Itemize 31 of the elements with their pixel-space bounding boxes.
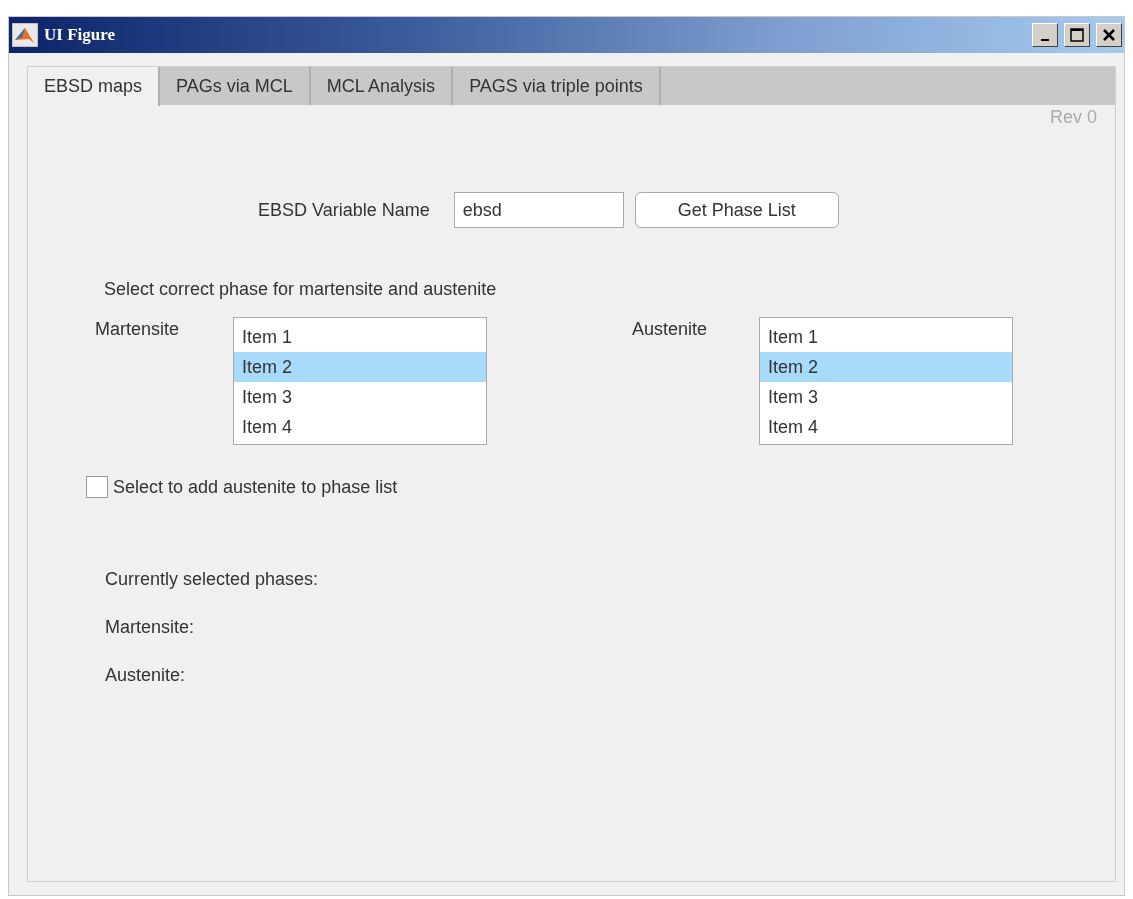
checkbox[interactable] [86, 476, 108, 498]
checkbox-label: Select to add austenite to phase list [113, 476, 398, 498]
variable-name-field[interactable]: ebsd [453, 192, 624, 228]
instruction-text: Select correct phase for martensite and austenite [104, 279, 498, 300]
section-heading: Currently selected phases: [105, 569, 320, 590]
list-item[interactable]: Item 1 [760, 322, 1012, 352]
list-item[interactable]: Item 3 [760, 382, 1012, 412]
app-logo-icon [12, 23, 38, 47]
revision-label: Rev 0 [1049, 107, 1097, 128]
list-item[interactable]: Item 2 [234, 352, 486, 382]
list-label: Martensite [95, 319, 181, 340]
phase-listbox[interactable]: Item 1 Item 2 Item 3 Item 4 [759, 317, 1013, 445]
field-label: EBSD Variable Name [258, 199, 430, 221]
phase-label: Austenite: [105, 665, 187, 686]
phase-label: Martensite: [105, 617, 196, 638]
tab[interactable]: EBSD maps [28, 67, 161, 106]
phase-listbox[interactable]: Item 1 Item 2 Item 3 Item 4 [233, 317, 487, 445]
list-item[interactable]: Item 4 [234, 412, 486, 442]
maximize-button[interactable] [1064, 23, 1090, 47]
list-label: Austenite [632, 319, 709, 340]
list-item[interactable]: Item 4 [760, 412, 1012, 442]
maximize-icon [1070, 28, 1084, 42]
window-title: UI Figure [44, 25, 116, 45]
get-phase-list-button[interactable]: Get Phase List [634, 192, 839, 228]
minimize-button[interactable] [1032, 23, 1058, 47]
minimize-icon [1041, 39, 1049, 41]
list-item[interactable]: Item 2 [760, 352, 1012, 382]
close-button[interactable] [1096, 23, 1122, 47]
close-icon [1102, 28, 1116, 42]
list-item[interactable]: Item 3 [234, 382, 486, 412]
list-item[interactable]: Item 1 [234, 322, 486, 352]
